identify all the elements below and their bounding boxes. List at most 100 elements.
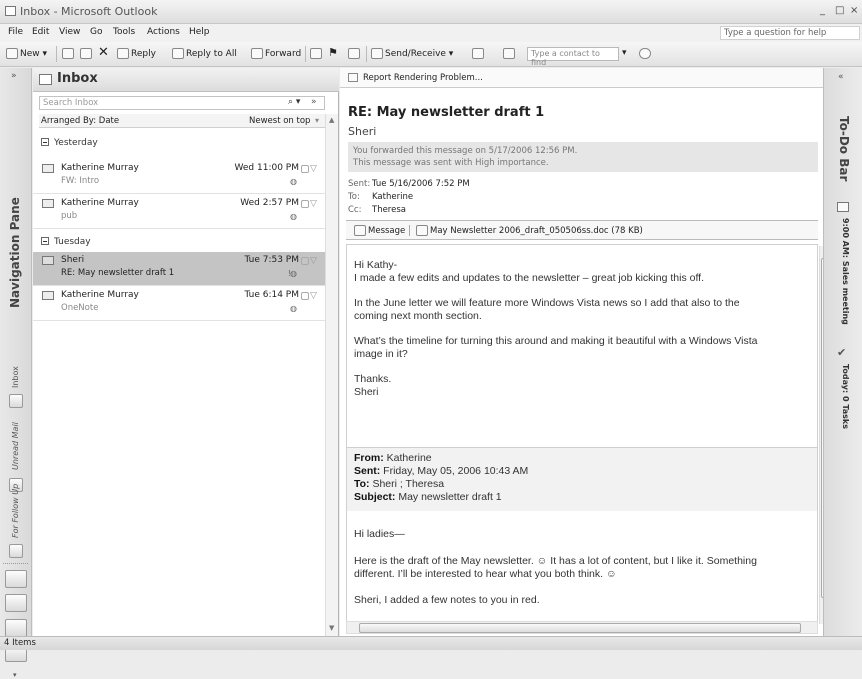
message-body[interactable]: Hi Kathy- I made a few edits and updates… xyxy=(346,244,818,622)
close-button[interactable]: × xyxy=(850,5,858,16)
list-item[interactable]: Katherine Murray Wed 2:57 PM pub ◍ ▽ xyxy=(33,195,325,229)
help-button[interactable] xyxy=(639,48,653,59)
sort-chevron-icon[interactable]: ▾ xyxy=(315,116,319,125)
attachment-bar: Message May Newsletter 2006_draft_050506… xyxy=(346,220,818,240)
message-date: Wed 2:57 PM xyxy=(240,198,299,208)
toolbar-separator xyxy=(56,46,57,62)
maximize-button[interactable]: □ xyxy=(835,5,844,16)
message-subject: FW: Intro xyxy=(61,176,100,186)
cc-value[interactable]: Theresa xyxy=(372,205,406,215)
info-line-importance: This message was sent with High importan… xyxy=(353,158,549,168)
contacts-icon[interactable] xyxy=(5,619,27,637)
list-item[interactable]: Katherine Murray Wed 11:00 PM FW: Intro … xyxy=(33,160,325,194)
report-problem-link[interactable]: Report Rendering Problem... xyxy=(363,73,483,83)
reply-label: Reply xyxy=(131,49,156,59)
calendar-icon[interactable] xyxy=(5,594,27,612)
move-button[interactable] xyxy=(80,48,94,59)
expand-nav-button[interactable]: » xyxy=(11,71,17,81)
body-line: different. I’ll be interested to hear wh… xyxy=(354,568,617,580)
menu-actions[interactable]: Actions xyxy=(147,27,180,37)
nav-followup-label[interactable]: For Follow Up xyxy=(11,484,20,538)
item-count: 4 Items xyxy=(4,638,36,648)
followup-flag-button[interactable]: ⚑ xyxy=(328,46,338,59)
todo-appointment[interactable]: 9:00 AM: Sales meeting xyxy=(841,218,850,325)
menu-file[interactable]: File xyxy=(8,27,23,37)
arrange-bar[interactable]: Arranged By: Date Newest on top ▾ xyxy=(39,114,325,128)
report-problem-bar[interactable]: Report Rendering Problem... xyxy=(340,68,823,88)
find-contact-input[interactable]: Type a contact to find xyxy=(527,47,619,67)
expand-todo-icon[interactable]: « xyxy=(838,72,844,82)
configure-buttons-icon[interactable]: ▾ xyxy=(13,671,17,679)
category-icon[interactable] xyxy=(301,257,309,265)
new-button[interactable]: New ▾ xyxy=(6,48,47,59)
nav-pane-label: Navigation Pane xyxy=(8,197,22,308)
body-horizontal-scrollbar[interactable] xyxy=(346,621,818,634)
menu-go[interactable]: Go xyxy=(90,27,102,37)
search-icon[interactable]: ⌕ ▾ xyxy=(288,97,300,107)
flag-icon[interactable]: ▽ xyxy=(310,291,319,302)
group-header-tuesday[interactable]: Tuesday xyxy=(41,237,91,247)
to-value[interactable]: Katherine xyxy=(372,192,413,202)
scroll-down-icon[interactable]: ▼ xyxy=(329,624,334,632)
attachment-file[interactable]: May Newsletter 2006_draft_050506ss.doc (… xyxy=(416,225,643,236)
menu-view[interactable]: View xyxy=(59,27,80,37)
list-item[interactable]: Katherine Murray Tue 6:14 PM OneNote ◍ ▽ xyxy=(33,287,325,321)
reply-all-button[interactable]: Reply to All xyxy=(172,48,237,59)
flag-icon[interactable]: ▽ xyxy=(310,164,319,175)
send-receive-button[interactable]: Send/Receive ▾ xyxy=(371,48,453,59)
message-sender[interactable]: Sheri xyxy=(348,125,376,138)
nav-inbox-label[interactable]: Inbox xyxy=(11,366,20,388)
toolbar-separator xyxy=(305,46,306,62)
find-button[interactable] xyxy=(348,48,362,59)
search-folder-icon[interactable] xyxy=(9,544,23,558)
group-header-yesterday[interactable]: Yesterday xyxy=(41,138,98,148)
menu-tools[interactable]: Tools xyxy=(113,27,135,37)
categorize-button[interactable] xyxy=(310,48,324,59)
collapse-icon[interactable] xyxy=(41,237,49,245)
category-icon[interactable] xyxy=(301,200,309,208)
send-receive-label: Send/Receive xyxy=(385,49,446,59)
todo-tasks[interactable]: Today: 0 Tasks xyxy=(841,364,850,429)
arranged-by-label[interactable]: Arranged By: Date xyxy=(41,116,119,126)
flag-icon: ⚑ xyxy=(328,46,338,59)
scroll-up-icon[interactable]: ▲ xyxy=(329,116,334,124)
info-bar[interactable]: You forwarded this message on 5/17/2006 … xyxy=(348,142,818,172)
sort-order-label[interactable]: Newest on top xyxy=(249,116,310,126)
menu-help[interactable]: Help xyxy=(189,27,210,37)
ask-question-box[interactable]: Type a question for help xyxy=(720,26,860,40)
list-item-selected[interactable]: Sheri Tue 7:53 PM RE: May newsletter dra… xyxy=(33,252,325,286)
expand-query-icon[interactable]: » xyxy=(311,97,317,107)
list-scrollbar[interactable]: ▲ ▼ xyxy=(325,114,338,636)
todo-bar: « To-Do Bar 9:00 AM: Sales meeting ✔ Tod… xyxy=(823,68,862,636)
mail-icon[interactable] xyxy=(5,570,27,588)
message-from: Sheri xyxy=(61,255,85,265)
report-icon xyxy=(348,73,358,82)
reply-button[interactable]: Reply xyxy=(117,48,156,59)
message-subject: pub xyxy=(61,211,78,221)
inbox-folder-icon[interactable] xyxy=(9,394,23,408)
address-book-button[interactable] xyxy=(503,48,517,59)
message-subject: OneNote xyxy=(61,303,99,313)
menu-edit[interactable]: Edit xyxy=(32,27,49,37)
search-folder-button[interactable] xyxy=(472,48,486,59)
quoted-from: From: Katherine xyxy=(354,452,432,465)
flag-icon[interactable]: ▽ xyxy=(310,199,319,210)
delete-button[interactable]: ✕ xyxy=(98,45,109,60)
message-tab[interactable]: Message xyxy=(350,225,411,236)
nav-unread-label[interactable]: Unread Mail xyxy=(11,422,20,470)
minimize-button[interactable]: _ xyxy=(820,5,825,16)
collapse-icon[interactable] xyxy=(41,138,49,146)
scroll-thumb[interactable] xyxy=(359,623,801,633)
category-icon[interactable] xyxy=(301,292,309,300)
flag-icon[interactable]: ▽ xyxy=(310,256,319,267)
search-input[interactable]: Search Inbox xyxy=(39,96,325,110)
task-icon: ✔ xyxy=(837,346,847,359)
group-label: Tuesday xyxy=(54,237,91,247)
forward-button[interactable]: Forward xyxy=(251,48,301,59)
nav-splitter[interactable] xyxy=(3,563,28,564)
message-subject: RE: May newsletter draft 1 xyxy=(61,268,175,278)
contact-dropdown[interactable]: ▾ xyxy=(622,48,627,58)
category-icon[interactable] xyxy=(301,165,309,173)
print-button[interactable] xyxy=(62,48,76,59)
status-bar: 4 Items xyxy=(0,636,862,650)
